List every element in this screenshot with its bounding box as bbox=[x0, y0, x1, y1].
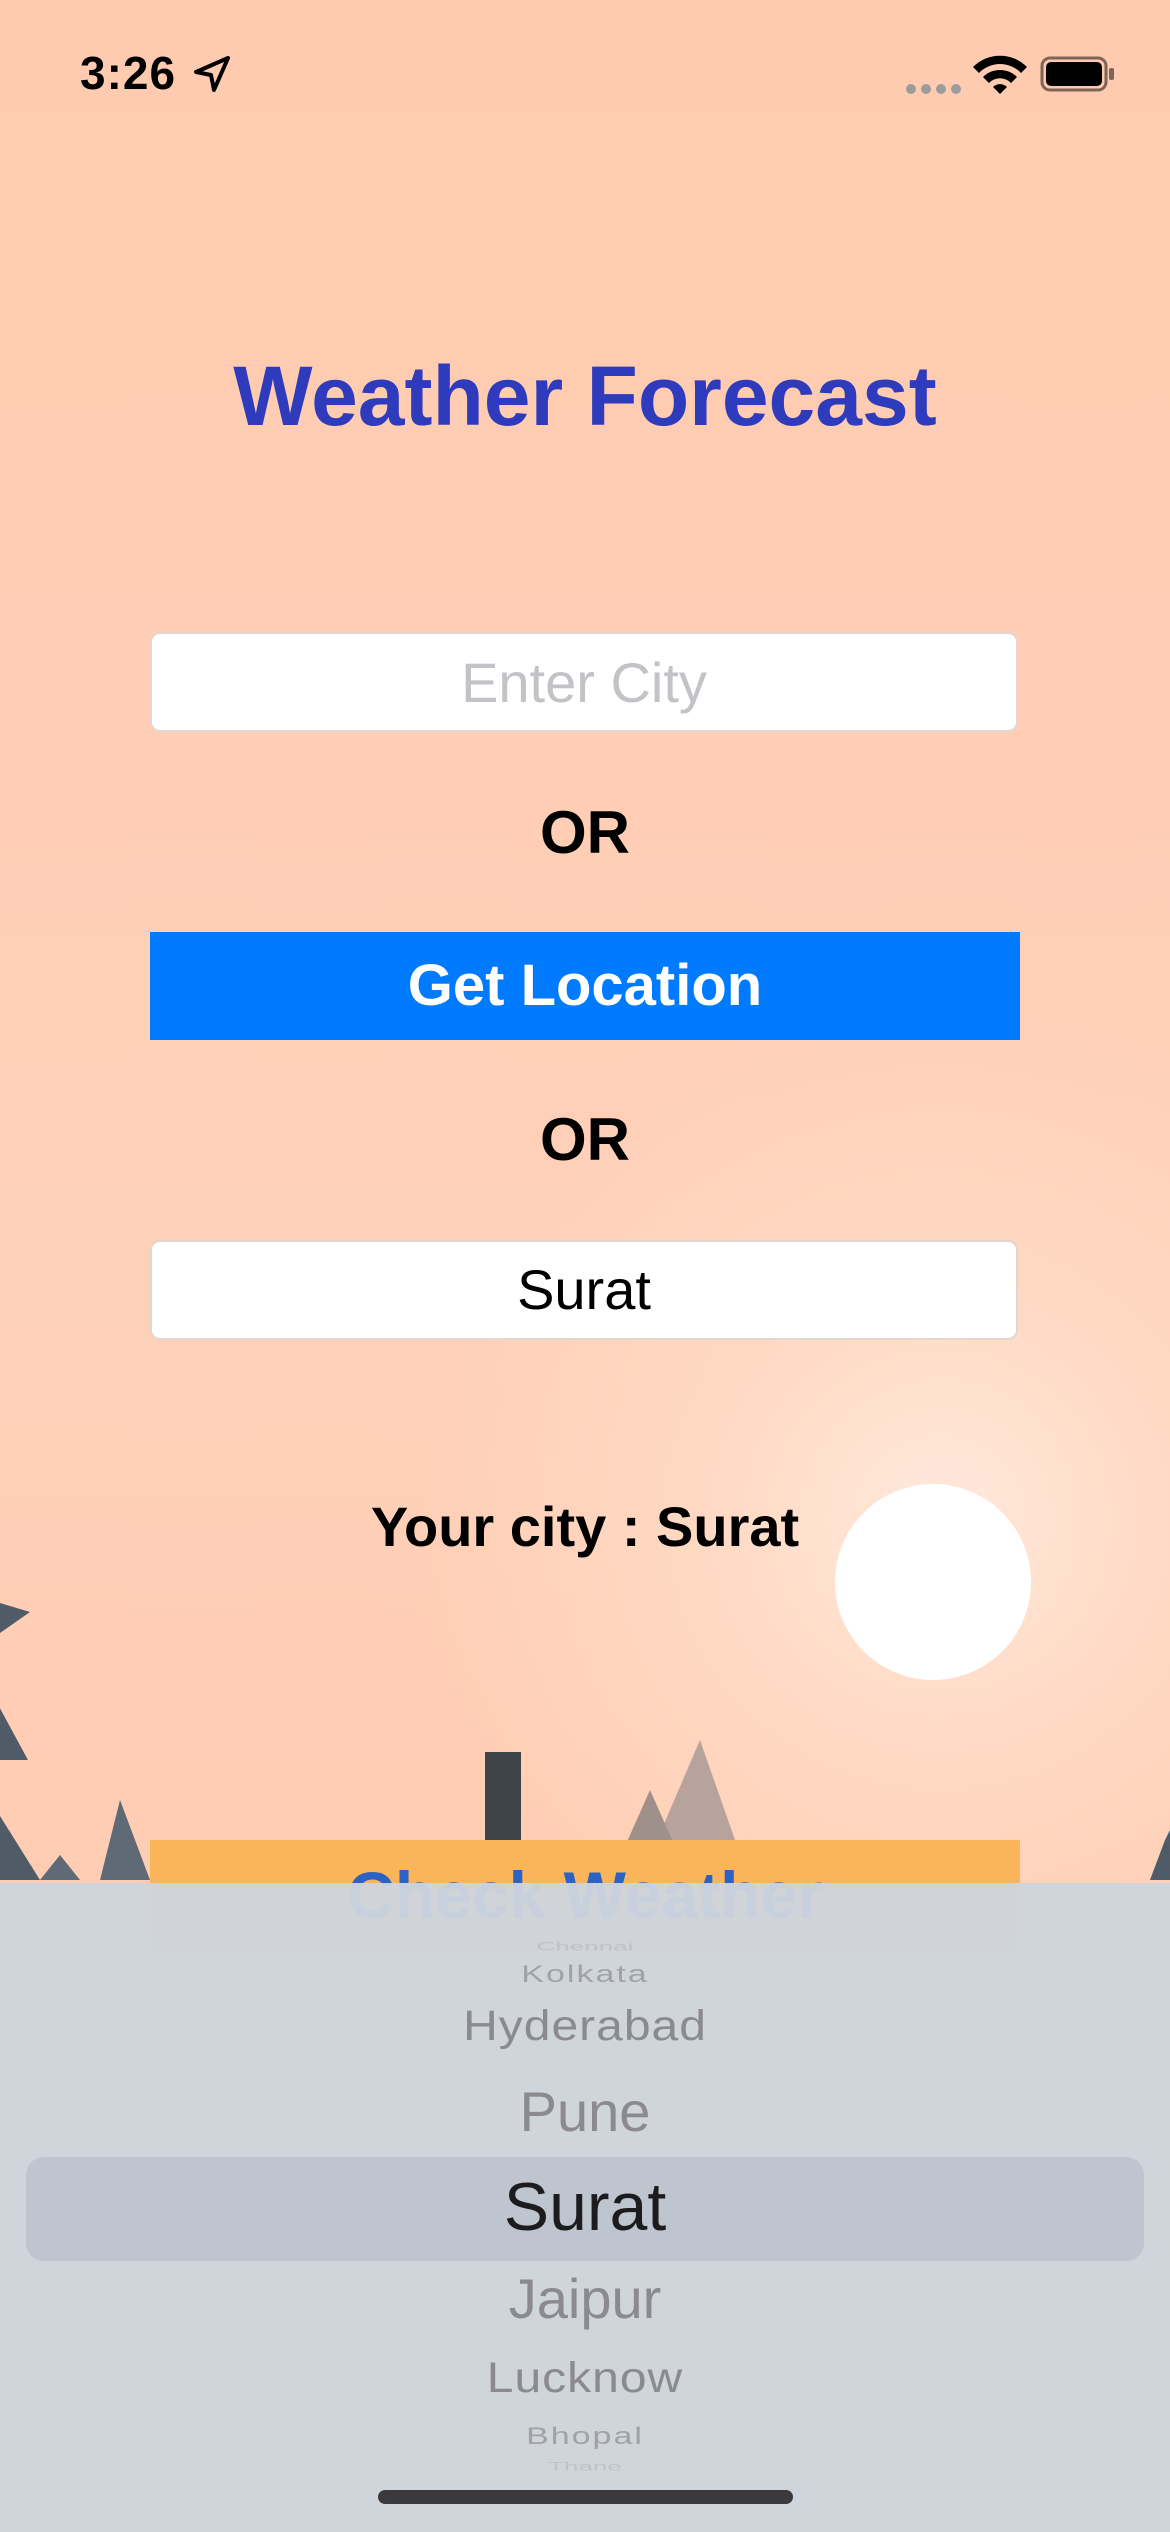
city-picker-field[interactable]: Surat bbox=[150, 1240, 1018, 1340]
picker-item[interactable]: Chennai bbox=[0, 1940, 1170, 1954]
home-indicator[interactable] bbox=[378, 2490, 793, 2504]
picker-item[interactable]: Kolkata bbox=[0, 1961, 1170, 1988]
tree-left-icon bbox=[0, 1603, 30, 1633]
get-location-button[interactable]: Get Location bbox=[150, 932, 1020, 1040]
wifi-icon bbox=[973, 55, 1027, 94]
status-bar: 3:26 bbox=[0, 0, 1170, 150]
battery-icon bbox=[1040, 56, 1114, 92]
picker-item[interactable]: Thane bbox=[0, 2460, 1170, 2474]
page-title: Weather Forecast bbox=[233, 349, 937, 443]
city-input-container[interactable] bbox=[150, 632, 1018, 732]
picker-item[interactable]: Hyderabad bbox=[0, 2002, 1170, 2050]
picker-item[interactable]: Lucknow bbox=[0, 2354, 1170, 2402]
city-picker-wheel[interactable]: Chennai Kolkata Hyderabad Pune Surat Jai… bbox=[0, 1883, 1170, 2532]
picker-item[interactable]: Jaipur bbox=[0, 2266, 1170, 2331]
cellular-signal-icon bbox=[906, 84, 961, 94]
or-divider-label: OR bbox=[540, 1106, 630, 1173]
or-divider-label: OR bbox=[540, 799, 630, 866]
status-time: 3:26 bbox=[80, 47, 177, 99]
your-city-label: Your city : Surat bbox=[370, 1495, 800, 1558]
picker-item[interactable]: Bhopal bbox=[0, 2423, 1170, 2450]
city-input[interactable] bbox=[152, 634, 1016, 730]
location-arrow-icon bbox=[194, 56, 230, 92]
app-screen: 3:26 Weather Forecast OR Get Location OR… bbox=[0, 0, 1170, 2532]
picker-item-selected[interactable]: Surat bbox=[0, 2168, 1170, 2246]
picker-item[interactable]: Pune bbox=[0, 2079, 1170, 2144]
